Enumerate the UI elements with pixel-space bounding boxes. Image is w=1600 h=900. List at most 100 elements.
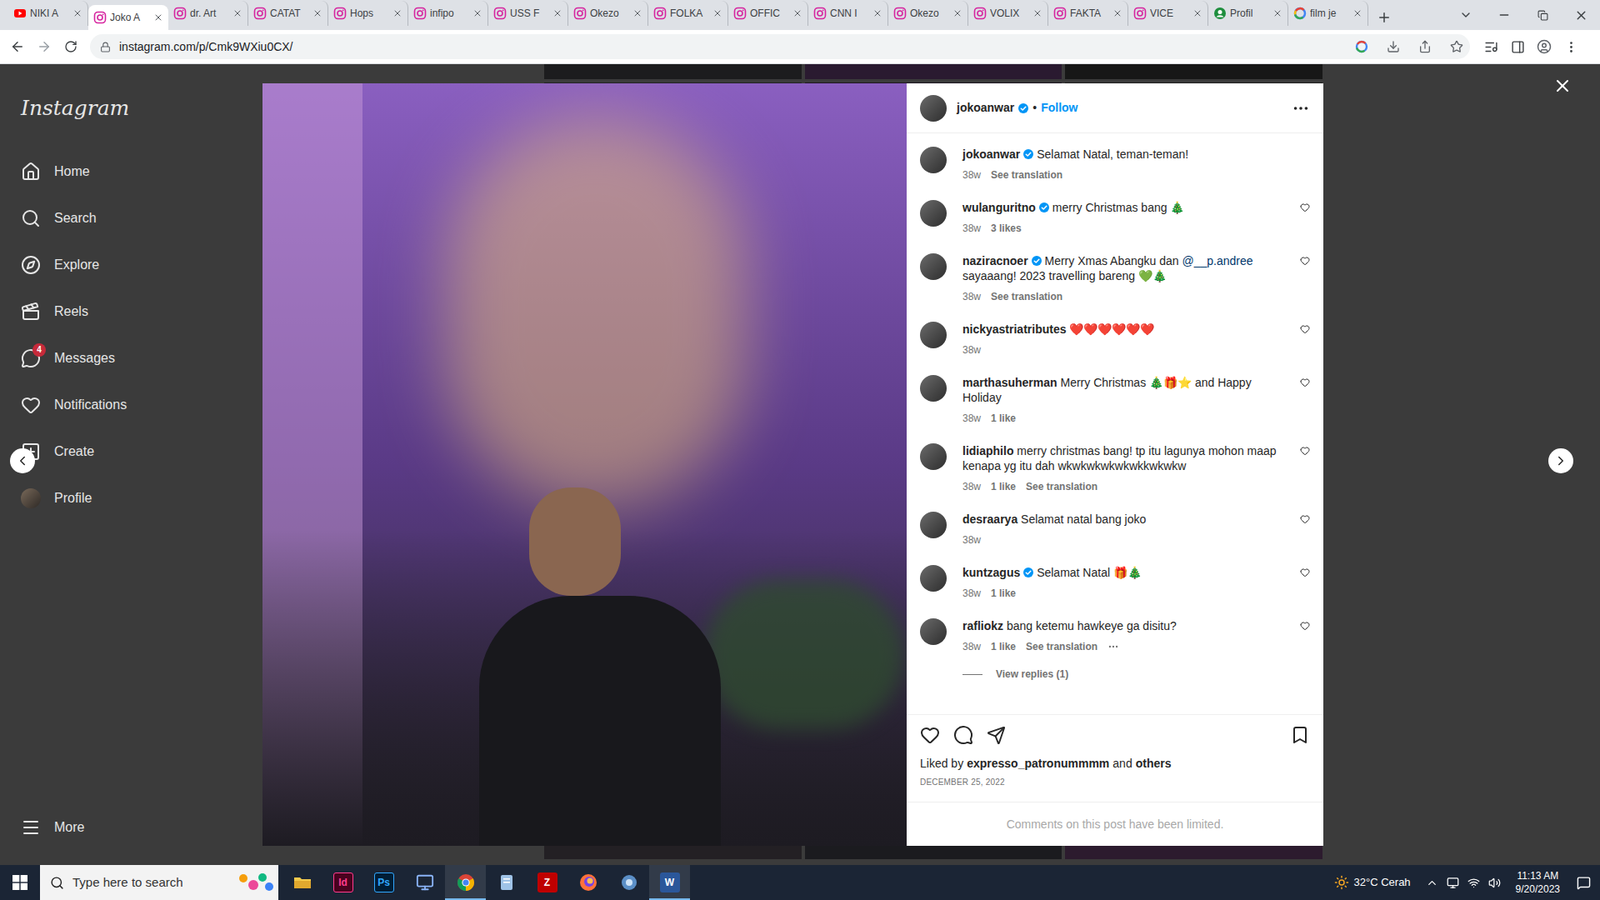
share-icon[interactable] (986, 725, 1006, 745)
browser-tab[interactable]: CATAT (248, 0, 329, 26)
taskbar-app[interactable]: Ps (363, 865, 405, 900)
browser-tab[interactable]: VOLIX (968, 0, 1049, 26)
menu-button[interactable] (1558, 34, 1584, 60)
browser-tab[interactable]: film je (1288, 0, 1369, 26)
comment-likes[interactable]: 3 likes (990, 221, 1022, 235)
browser-tab[interactable]: Hops (328, 0, 409, 26)
close-tab-icon[interactable] (952, 8, 963, 19)
share-icon[interactable] (1418, 40, 1432, 54)
notification-button[interactable] (1566, 865, 1600, 900)
browser-tab[interactable]: Joko A (88, 5, 169, 30)
comment-avatar[interactable] (920, 511, 947, 539)
comment-time[interactable]: 38w (962, 533, 981, 547)
instagram-logo[interactable]: Instagram (20, 94, 230, 121)
grid-post[interactable] (544, 64, 802, 80)
previous-post-button[interactable] (10, 448, 35, 474)
nav-item[interactable]: Reels (20, 288, 230, 335)
liked-by-others[interactable]: others (1135, 755, 1172, 773)
comment-avatar[interactable] (920, 200, 947, 227)
save-icon[interactable] (1290, 725, 1310, 745)
close-tab-icon[interactable] (232, 8, 243, 19)
media-button[interactable] (1478, 34, 1504, 60)
comment-username[interactable]: wulanguritno (962, 200, 1036, 215)
minimize-button[interactable] (1485, 0, 1524, 30)
nav-item[interactable]: Home (20, 148, 230, 195)
omnibox[interactable]: instagram.com/p/Cmk9WXiu0CX/ (90, 34, 1470, 60)
close-tab-icon[interactable] (552, 8, 563, 19)
see-translation[interactable]: See translation (1025, 480, 1098, 494)
comment-time[interactable]: 38w (962, 480, 981, 494)
network-icon[interactable] (1467, 876, 1480, 890)
next-post-button[interactable] (1548, 448, 1574, 474)
see-translation[interactable]: See translation (990, 168, 1063, 182)
like-comment-icon[interactable] (1300, 620, 1310, 631)
comment-time[interactable]: 38w (962, 290, 981, 304)
close-tab-icon[interactable] (1032, 8, 1043, 19)
taskbar-app[interactable]: W (649, 865, 690, 900)
taskbar-app[interactable] (485, 865, 527, 900)
nav-item[interactable]: Explore (20, 241, 230, 289)
post-options-icon[interactable] (1291, 99, 1310, 118)
more-item[interactable]: More (20, 804, 230, 851)
comment-avatar[interactable] (920, 443, 947, 470)
close-tab-icon[interactable] (153, 12, 164, 23)
weather-widget[interactable]: 32°C Cerah (1327, 865, 1418, 900)
reload-button[interactable] (58, 34, 84, 60)
close-tab-icon[interactable] (392, 8, 403, 19)
close-modal-button[interactable] (1552, 75, 1573, 96)
comment-time[interactable]: 38w (962, 411, 981, 425)
comment-username[interactable]: lidiaphilo (962, 444, 1014, 458)
browser-tab[interactable]: dr. Art (168, 0, 249, 26)
new-tab-button[interactable] (1371, 5, 1397, 30)
browser-tab[interactable]: CNN I (808, 0, 889, 26)
install-icon[interactable] (1386, 40, 1400, 54)
tab-search-button[interactable] (1446, 0, 1485, 30)
browser-tab[interactable]: Okezo (888, 0, 969, 26)
like-comment-icon[interactable] (1300, 377, 1310, 388)
comment-avatar[interactable] (920, 253, 947, 280)
restore-button[interactable] (1523, 0, 1562, 30)
like-comment-icon[interactable] (1300, 445, 1310, 456)
see-translation[interactable]: See translation (1025, 640, 1098, 654)
close-tab-icon[interactable] (872, 8, 883, 19)
comment-likes[interactable]: 1 like (990, 480, 1016, 494)
clock[interactable]: 11:13 AM9/20/2023 (1509, 869, 1567, 896)
taskbar-app[interactable] (567, 865, 609, 900)
like-comment-icon[interactable] (1300, 324, 1310, 335)
forward-button[interactable] (31, 34, 57, 60)
comment-avatar[interactable] (920, 146, 947, 174)
bookmark-star-icon[interactable] (1450, 40, 1464, 54)
close-tab-icon[interactable] (792, 8, 803, 19)
comment-username[interactable]: marthasuherman (962, 375, 1058, 390)
comment-time[interactable]: 38w (962, 586, 981, 600)
mention-link[interactable]: @__p.andree (1181, 254, 1253, 268)
browser-tab[interactable]: OFFIC (728, 0, 809, 26)
view-replies[interactable]: View replies (1) (962, 666, 1285, 682)
comment-username[interactable]: nickyastriatributes (962, 322, 1067, 336)
taskbar-app[interactable]: Id (322, 865, 364, 900)
comment-time[interactable]: 38w (962, 343, 981, 357)
comment-avatar[interactable] (920, 618, 947, 645)
comment-avatar[interactable] (920, 321, 947, 349)
close-window-button[interactable] (1561, 0, 1600, 30)
see-translation[interactable]: See translation (990, 290, 1063, 304)
volume-icon[interactable] (1488, 876, 1501, 890)
start-button[interactable] (0, 865, 40, 900)
taskbar-app[interactable]: Z (526, 865, 568, 900)
comment-avatar[interactable] (920, 565, 947, 592)
taskbar-search[interactable]: Type here to search (40, 865, 279, 900)
close-tab-icon[interactable] (632, 8, 643, 19)
comment-username[interactable]: desraarya (962, 512, 1018, 526)
comment-likes[interactable]: 1 like (990, 411, 1016, 425)
display-icon[interactable] (1446, 876, 1460, 890)
nav-item[interactable]: Profile (20, 475, 230, 522)
back-button[interactable] (5, 34, 30, 60)
comment-time[interactable]: 38w (962, 221, 981, 235)
comment-username[interactable]: rafliokz (962, 619, 1004, 633)
grid-post[interactable] (805, 64, 1063, 80)
like-comment-icon[interactable] (1300, 514, 1310, 525)
taskbar-app[interactable] (608, 865, 650, 900)
browser-tab[interactable]: Okezo (568, 0, 649, 26)
nav-item[interactable]: Search (20, 195, 230, 242)
nav-item[interactable]: Create (20, 428, 230, 475)
